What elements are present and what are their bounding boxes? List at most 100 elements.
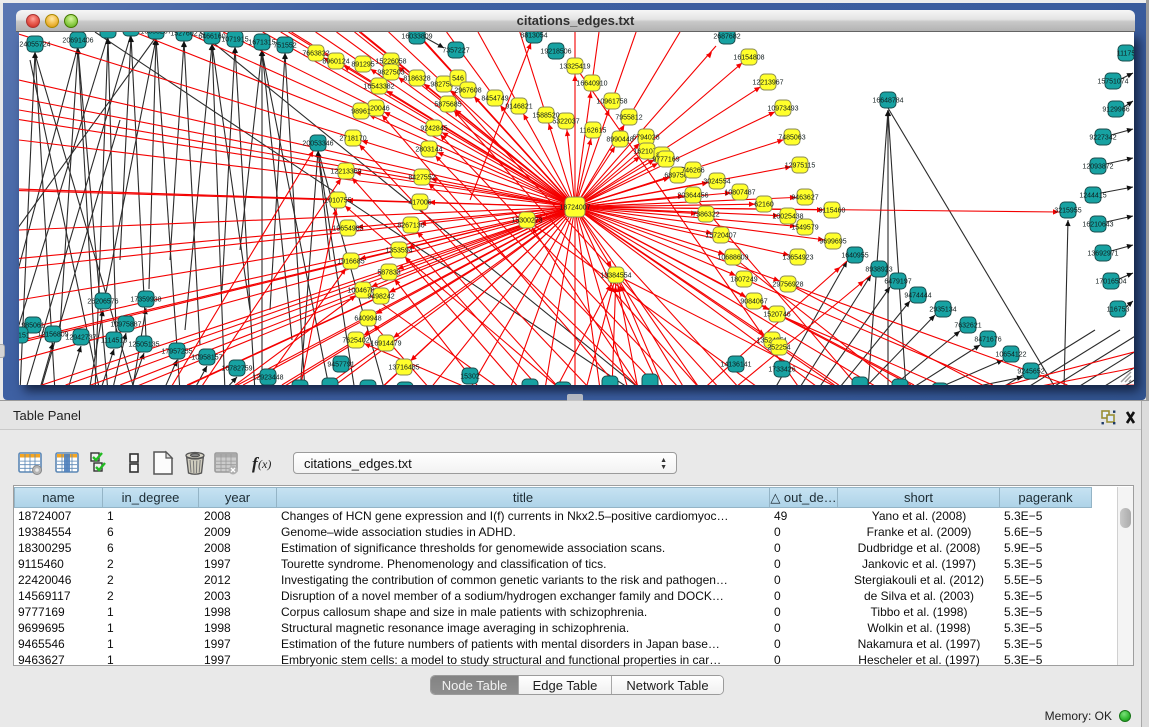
svg-text:7386322: 7386322 — [692, 212, 719, 219]
svg-text:16033809: 16033809 — [401, 34, 432, 41]
svg-text:15720407: 15720407 — [705, 233, 736, 240]
svg-text:6479197: 6479197 — [884, 279, 911, 286]
svg-text:9457791: 9457791 — [327, 362, 354, 369]
svg-text:10688609: 10688609 — [717, 255, 748, 262]
svg-text:10807487: 10807487 — [724, 190, 755, 197]
svg-text:10654122: 10654122 — [995, 352, 1026, 359]
svg-text:12156809: 12156809 — [37, 332, 68, 339]
svg-text:1588520: 1588520 — [532, 113, 559, 120]
svg-text:16640910: 16640910 — [576, 81, 607, 88]
svg-text:9245652: 9245652 — [1017, 369, 1044, 376]
svg-text:9242845: 9242845 — [420, 126, 447, 133]
svg-text:16914479: 16914479 — [370, 341, 401, 348]
svg-text:1527602: 1527602 — [170, 32, 197, 38]
svg-text:1114513: 1114513 — [101, 338, 127, 345]
svg-text:3215955: 3215955 — [1054, 208, 1081, 215]
svg-text:746266: 746266 — [681, 168, 704, 175]
svg-text:18724007: 18724007 — [559, 205, 590, 212]
svg-text:1010755: 1010755 — [324, 198, 351, 205]
svg-text:8471676: 8471676 — [974, 337, 1001, 344]
svg-text:20053346: 20053346 — [302, 141, 333, 148]
svg-text:9777169: 9777169 — [652, 157, 679, 164]
svg-text:9146821: 9146821 — [505, 104, 532, 111]
svg-text:24055724: 24055724 — [19, 42, 50, 49]
svg-text:5875685: 5875685 — [434, 102, 461, 109]
svg-text:10975887: 10975887 — [110, 322, 141, 329]
svg-text:9084067: 9084067 — [740, 299, 767, 306]
svg-text:16648784: 16648784 — [872, 98, 903, 105]
svg-text:14136141: 14136141 — [720, 362, 751, 369]
svg-text:1733426: 1733426 — [768, 367, 795, 374]
svg-text:1520746: 1520746 — [763, 312, 790, 319]
svg-text:6409948: 6409948 — [354, 316, 381, 323]
svg-text:13654923: 13654923 — [782, 255, 813, 262]
svg-text:116753: 116753 — [1107, 307, 1130, 314]
svg-text:11175: 11175 — [1117, 51, 1134, 58]
svg-text:10958157: 10958157 — [191, 355, 222, 362]
svg-text:(x): (x) — [258, 457, 271, 471]
svg-text:29756928: 29756928 — [772, 282, 803, 289]
svg-text:546: 546 — [452, 76, 464, 83]
svg-text:10653267: 10653267 — [140, 32, 171, 36]
svg-text:9827503: 9827503 — [377, 70, 404, 77]
svg-text:16543382: 16543382 — [363, 84, 394, 91]
svg-text:12923448: 12923448 — [252, 375, 283, 382]
svg-text:9463627: 9463627 — [791, 195, 818, 202]
svg-text:2967608: 2967608 — [454, 88, 481, 95]
svg-text:16782759: 16782759 — [221, 366, 252, 373]
svg-text:10973493: 10973493 — [767, 106, 798, 113]
svg-text:12213369: 12213369 — [330, 169, 361, 176]
svg-text:2687682: 2687682 — [713, 34, 740, 41]
svg-text:9498242: 9498242 — [367, 294, 394, 301]
svg-text:9474444: 9474444 — [904, 293, 931, 300]
svg-text:16210643: 16210643 — [1082, 222, 1113, 229]
svg-text:26206576: 26206576 — [87, 299, 118, 306]
svg-text:1162615: 1162615 — [580, 128, 607, 135]
svg-text:1916685: 1916685 — [337, 259, 364, 266]
svg-text:7955812: 7955812 — [615, 115, 642, 122]
svg-text:13325419: 13325419 — [559, 64, 590, 71]
svg-text:98961: 98961 — [351, 109, 371, 116]
svg-text:7632621: 7632621 — [954, 323, 981, 330]
svg-text:1807249: 1807249 — [730, 277, 757, 284]
svg-text:9227342: 9227342 — [1089, 135, 1116, 142]
svg-text:12505135: 12505135 — [128, 342, 159, 349]
svg-text:12213967: 12213967 — [752, 80, 783, 87]
svg-text:15751074: 15751074 — [1097, 79, 1128, 86]
svg-text:751552: 751552 — [273, 43, 296, 50]
svg-text:9115460: 9115460 — [819, 208, 846, 215]
svg-text:12942737: 12942737 — [65, 335, 96, 342]
svg-text:15300273: 15300273 — [511, 218, 542, 225]
svg-text:8454749: 8454749 — [481, 96, 508, 103]
svg-text:1549579: 1549579 — [791, 225, 818, 232]
svg-text:16154808: 16154808 — [733, 55, 764, 62]
svg-text:8990448: 8990448 — [606, 137, 633, 144]
svg-text:39151: 39151 — [19, 333, 30, 340]
svg-text:2718170: 2718170 — [339, 136, 366, 143]
svg-text:5322037: 5322037 — [552, 119, 579, 126]
svg-text:587833: 587833 — [377, 270, 400, 277]
svg-text:9129966: 9129966 — [1102, 107, 1129, 114]
svg-text:8960124: 8960124 — [322, 59, 349, 66]
svg-text:20364456: 20364456 — [677, 193, 708, 200]
svg-text:20691406: 20691406 — [62, 38, 93, 45]
svg-text:6794028: 6794028 — [632, 135, 659, 142]
svg-text:12975115: 12975115 — [785, 163, 816, 170]
svg-text:1671315: 1671315 — [248, 40, 275, 47]
svg-text:19384554: 19384554 — [600, 273, 631, 280]
svg-text:8267130: 8267130 — [397, 223, 424, 230]
svg-text:1071915: 1071915 — [221, 37, 248, 44]
svg-text:13716485: 13716485 — [388, 365, 419, 372]
svg-text:17016504: 17016504 — [1095, 279, 1126, 286]
svg-text:7485063: 7485063 — [778, 135, 805, 142]
svg-text:891295: 891295 — [351, 62, 374, 69]
svg-text:8813054: 8813054 — [520, 33, 547, 40]
svg-text:7357227: 7357227 — [442, 48, 469, 55]
svg-text:7663822: 7663822 — [302, 51, 329, 58]
svg-text:62160: 62160 — [754, 202, 774, 209]
svg-text:19654985: 19654985 — [332, 226, 363, 233]
svg-text:7625402: 7625402 — [342, 338, 369, 345]
svg-text:15302: 15302 — [460, 374, 480, 381]
svg-text:3024554: 3024554 — [703, 179, 730, 186]
svg-text:8427552: 8427552 — [408, 175, 435, 182]
